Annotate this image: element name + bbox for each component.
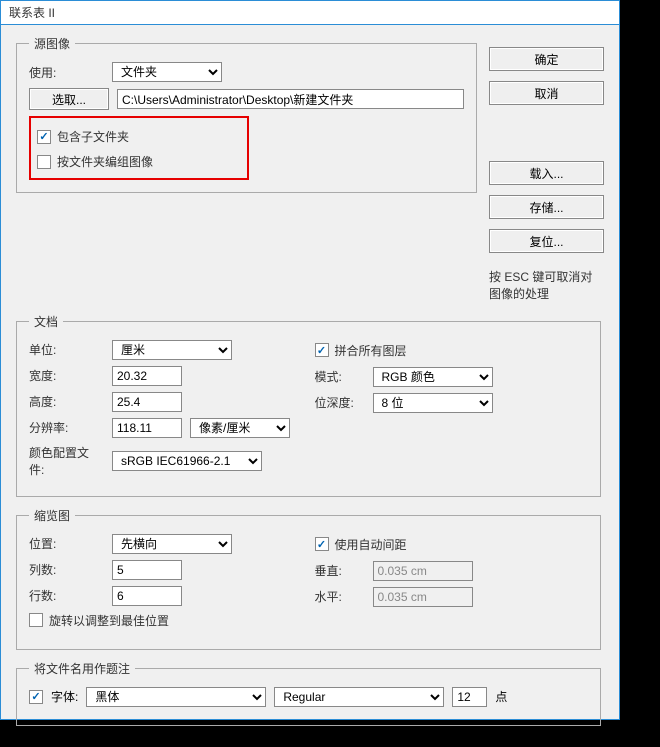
path-field: C:\Users\Administrator\Desktop\新建文件夹 — [117, 89, 464, 109]
caption-group: 将文件名用作题注 ✓ 字体: 黑体 Regular 点 — [16, 660, 601, 726]
cols-input[interactable] — [112, 560, 182, 580]
font-label: 字体: — [51, 688, 78, 705]
v-label: 垂直: — [315, 562, 365, 579]
profile-select[interactable]: sRGB IEC61966-2.1 — [112, 451, 262, 471]
use-label: 使用: — [29, 64, 104, 81]
group-folder-checkbox[interactable] — [37, 155, 51, 169]
use-select[interactable]: 文件夹 — [112, 62, 222, 82]
place-select[interactable]: 先横向 — [112, 534, 232, 554]
rotate-checkbox[interactable] — [29, 613, 43, 627]
load-button[interactable]: 载入... — [489, 161, 604, 185]
mode-select[interactable]: RGB 颜色 — [373, 367, 493, 387]
height-label: 高度: — [29, 393, 104, 410]
pt-label: 点 — [495, 688, 507, 705]
v-input — [373, 561, 473, 581]
rows-label: 行数: — [29, 587, 104, 604]
font-checkbox[interactable]: ✓ — [29, 690, 43, 704]
cols-label: 列数: — [29, 561, 104, 578]
esc-hint: 按 ESC 键可取消对图像的处理 — [489, 269, 604, 303]
highlight-box: ✓ 包含子文件夹 按文件夹编组图像 — [29, 116, 249, 180]
unit-select[interactable]: 厘米 — [112, 340, 232, 360]
document-group: 文档 单位: 厘米 宽度: 高度: — [16, 313, 601, 497]
unit-label: 单位: — [29, 341, 104, 358]
mode-label: 模式: — [315, 368, 365, 385]
document-legend: 文档 — [29, 313, 63, 330]
cancel-button[interactable]: 取消 — [489, 81, 604, 105]
font-select[interactable]: 黑体 — [86, 687, 266, 707]
caption-legend: 将文件名用作题注 — [29, 660, 135, 677]
rotate-label: 旋转以调整到最佳位置 — [49, 612, 169, 629]
autospace-checkbox[interactable]: ✓ — [315, 537, 329, 551]
source-legend: 源图像 — [29, 35, 75, 52]
window-title: 联系表 II — [9, 4, 55, 21]
reset-button[interactable]: 复位... — [489, 229, 604, 253]
profile-label: 颜色配置文件: — [29, 444, 104, 478]
h-input — [373, 587, 473, 607]
res-input[interactable] — [112, 418, 182, 438]
rows-input[interactable] — [112, 586, 182, 606]
group-folder-label: 按文件夹编组图像 — [57, 153, 153, 170]
place-label: 位置: — [29, 535, 104, 552]
flatten-checkbox[interactable]: ✓ — [315, 343, 329, 357]
save-button[interactable]: 存储... — [489, 195, 604, 219]
depth-select[interactable]: 8 位 — [373, 393, 493, 413]
thumb-legend: 缩览图 — [29, 507, 75, 524]
font-size-input[interactable] — [452, 687, 487, 707]
res-unit-select[interactable]: 像素/厘米 — [190, 418, 290, 438]
flatten-label: 拼合所有图层 — [335, 342, 407, 359]
font-style-select[interactable]: Regular — [274, 687, 444, 707]
height-input[interactable] — [112, 392, 182, 412]
include-sub-checkbox[interactable]: ✓ — [37, 130, 51, 144]
h-label: 水平: — [315, 588, 365, 605]
autospace-label: 使用自动间距 — [335, 536, 407, 553]
source-group: 源图像 使用: 文件夹 选取... C:\Users\Administrator… — [16, 35, 477, 193]
width-label: 宽度: — [29, 367, 104, 384]
thumb-group: 缩览图 位置: 先横向 列数: 行数: — [16, 507, 601, 650]
depth-label: 位深度: — [315, 394, 365, 411]
width-input[interactable] — [112, 366, 182, 386]
ok-button[interactable]: 确定 — [489, 47, 604, 71]
titlebar: 联系表 II — [1, 1, 619, 25]
res-label: 分辨率: — [29, 419, 104, 436]
choose-button[interactable]: 选取... — [29, 88, 109, 110]
include-sub-label: 包含子文件夹 — [57, 128, 129, 145]
